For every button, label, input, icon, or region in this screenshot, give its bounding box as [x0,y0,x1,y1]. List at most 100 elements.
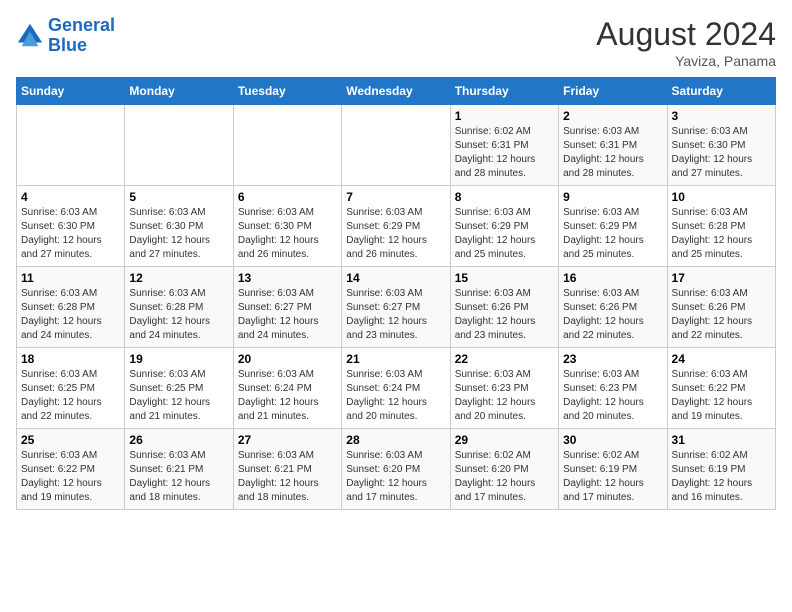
day-number: 25 [21,433,120,447]
day-number: 12 [129,271,228,285]
day-number: 10 [672,190,771,204]
calendar-cell: 29Sunrise: 6:02 AMSunset: 6:20 PMDayligh… [450,429,558,510]
calendar-cell: 5 Sunrise: 6:03 AMSunset: 6:30 PMDaylight… [125,186,233,267]
calendar-cell: 13 Sunrise: 6:03 AMSunset: 6:27 PMDayligh… [233,267,341,348]
logo-icon [16,22,44,50]
calendar-week-row: 25 Sunrise: 6:03 AMSunset: 6:22 PMDayligh… [17,429,776,510]
calendar-cell [342,105,450,186]
day-info: Sunrise: 6:03 AMSunset: 6:30 PMDaylight:… [672,125,771,181]
day-number: 7 [346,190,445,204]
day-info: Sunrise: 6:03 AMSunset: 6:21 PMDaylight:… [129,449,228,505]
logo-text: General Blue [48,16,115,56]
calendar-cell: 10 Sunrise: 6:03 AMSunset: 6:28 PMDayligh… [667,186,775,267]
calendar-cell: 11 Sunrise: 6:03 AMSunset: 6:28 PMDayligh… [17,267,125,348]
calendar-cell: 25 Sunrise: 6:03 AMSunset: 6:22 PMDayligh… [17,429,125,510]
day-info: Sunrise: 6:03 AMSunset: 6:29 PMDaylight:… [563,206,662,262]
calendar-cell: 21Sunrise: 6:03 AMSunset: 6:24 PMDayligh… [342,348,450,429]
calendar-cell: 4Sunrise: 6:03 AMSunset: 6:30 PMDaylight… [17,186,125,267]
day-info: Sunrise: 6:03 AMSunset: 6:28 PMDaylight:… [129,287,228,343]
day-info: Sunrise: 6:03 AMSunset: 6:24 PMDaylight:… [238,368,337,424]
day-number: 24 [672,352,771,366]
day-number: 8 [455,190,554,204]
weekday-header-friday: Friday [559,78,667,105]
day-info: Sunrise: 6:03 AMSunset: 6:24 PMDaylight:… [346,368,445,424]
weekday-header-monday: Monday [125,78,233,105]
day-number: 15 [455,271,554,285]
page-header: General Blue August 2024 Yaviza, Panama [16,16,776,69]
calendar-cell: 22Sunrise: 6:03 AMSunset: 6:23 PMDayligh… [450,348,558,429]
calendar-cell: 17 Sunrise: 6:03 AMSunset: 6:26 PMDayligh… [667,267,775,348]
day-info: Sunrise: 6:03 AMSunset: 6:22 PMDaylight:… [21,449,120,505]
calendar-cell: 8Sunrise: 6:03 AMSunset: 6:29 PMDaylight… [450,186,558,267]
day-info: Sunrise: 6:03 AMSunset: 6:20 PMDaylight:… [346,449,445,505]
location: Yaviza, Panama [596,53,776,69]
calendar-week-row: 18 Sunrise: 6:03 AMSunset: 6:25 PMDayligh… [17,348,776,429]
day-info: Sunrise: 6:03 AMSunset: 6:28 PMDaylight:… [21,287,120,343]
calendar-cell: 28 Sunrise: 6:03 AMSunset: 6:20 PMDayligh… [342,429,450,510]
calendar-cell: 23Sunrise: 6:03 AMSunset: 6:23 PMDayligh… [559,348,667,429]
day-info: Sunrise: 6:03 AMSunset: 6:22 PMDaylight:… [672,368,771,424]
calendar-cell: 9 Sunrise: 6:03 AMSunset: 6:29 PMDaylight… [559,186,667,267]
weekday-header-row: SundayMondayTuesdayWednesdayThursdayFrid… [17,78,776,105]
day-number: 28 [346,433,445,447]
calendar-cell [17,105,125,186]
day-number: 16 [563,271,662,285]
weekday-header-saturday: Saturday [667,78,775,105]
day-info: Sunrise: 6:03 AMSunset: 6:26 PMDaylight:… [563,287,662,343]
calendar-week-row: 11 Sunrise: 6:03 AMSunset: 6:28 PMDayligh… [17,267,776,348]
calendar-cell: 18 Sunrise: 6:03 AMSunset: 6:25 PMDayligh… [17,348,125,429]
calendar-cell: 27 Sunrise: 6:03 AMSunset: 6:21 PMDayligh… [233,429,341,510]
day-number: 31 [672,433,771,447]
weekday-header-sunday: Sunday [17,78,125,105]
day-info: Sunrise: 6:03 AMSunset: 6:27 PMDaylight:… [238,287,337,343]
calendar-cell: 31 Sunrise: 6:02 AMSunset: 6:19 PMDayligh… [667,429,775,510]
day-info: Sunrise: 6:03 AMSunset: 6:31 PMDaylight:… [563,125,662,181]
day-number: 11 [21,271,120,285]
calendar-cell [125,105,233,186]
calendar-table: SundayMondayTuesdayWednesdayThursdayFrid… [16,77,776,510]
day-number: 13 [238,271,337,285]
calendar-cell: 19Sunrise: 6:03 AMSunset: 6:25 PMDayligh… [125,348,233,429]
day-info: Sunrise: 6:03 AMSunset: 6:25 PMDaylight:… [21,368,120,424]
day-number: 18 [21,352,120,366]
calendar-cell: 7 Sunrise: 6:03 AMSunset: 6:29 PMDaylight… [342,186,450,267]
calendar-cell: 14 Sunrise: 6:03 AMSunset: 6:27 PMDayligh… [342,267,450,348]
title-block: August 2024 Yaviza, Panama [596,16,776,69]
day-number: 2 [563,109,662,123]
calendar-week-row: 4Sunrise: 6:03 AMSunset: 6:30 PMDaylight… [17,186,776,267]
calendar-cell: 3Sunrise: 6:03 AMSunset: 6:30 PMDaylight… [667,105,775,186]
calendar-cell: 12 Sunrise: 6:03 AMSunset: 6:28 PMDayligh… [125,267,233,348]
day-number: 30 [563,433,662,447]
calendar-cell: 30 Sunrise: 6:02 AMSunset: 6:19 PMDayligh… [559,429,667,510]
weekday-header-thursday: Thursday [450,78,558,105]
month-year: August 2024 [596,16,776,53]
day-info: Sunrise: 6:03 AMSunset: 6:27 PMDaylight:… [346,287,445,343]
calendar-cell: 15 Sunrise: 6:03 AMSunset: 6:26 PMDayligh… [450,267,558,348]
day-info: Sunrise: 6:03 AMSunset: 6:30 PMDaylight:… [21,206,120,262]
calendar-cell: 24 Sunrise: 6:03 AMSunset: 6:22 PMDayligh… [667,348,775,429]
day-info: Sunrise: 6:03 AMSunset: 6:30 PMDaylight:… [129,206,228,262]
calendar-cell: 1Sunrise: 6:02 AMSunset: 6:31 PMDaylight… [450,105,558,186]
day-info: Sunrise: 6:02 AMSunset: 6:19 PMDaylight:… [672,449,771,505]
day-info: Sunrise: 6:03 AMSunset: 6:26 PMDaylight:… [672,287,771,343]
day-number: 14 [346,271,445,285]
day-info: Sunrise: 6:03 AMSunset: 6:29 PMDaylight:… [346,206,445,262]
calendar-week-row: 1Sunrise: 6:02 AMSunset: 6:31 PMDaylight… [17,105,776,186]
day-number: 17 [672,271,771,285]
day-info: Sunrise: 6:03 AMSunset: 6:28 PMDaylight:… [672,206,771,262]
day-info: Sunrise: 6:03 AMSunset: 6:30 PMDaylight:… [238,206,337,262]
day-info: Sunrise: 6:03 AMSunset: 6:23 PMDaylight:… [563,368,662,424]
calendar-cell: 6Sunrise: 6:03 AMSunset: 6:30 PMDaylight… [233,186,341,267]
calendar-cell: 26Sunrise: 6:03 AMSunset: 6:21 PMDayligh… [125,429,233,510]
day-info: Sunrise: 6:03 AMSunset: 6:26 PMDaylight:… [455,287,554,343]
day-info: Sunrise: 6:02 AMSunset: 6:20 PMDaylight:… [455,449,554,505]
day-info: Sunrise: 6:03 AMSunset: 6:21 PMDaylight:… [238,449,337,505]
day-number: 27 [238,433,337,447]
weekday-header-wednesday: Wednesday [342,78,450,105]
day-number: 5 [129,190,228,204]
calendar-cell [233,105,341,186]
day-info: Sunrise: 6:02 AMSunset: 6:19 PMDaylight:… [563,449,662,505]
calendar-cell: 16 Sunrise: 6:03 AMSunset: 6:26 PMDayligh… [559,267,667,348]
logo: General Blue [16,16,115,56]
day-number: 9 [563,190,662,204]
